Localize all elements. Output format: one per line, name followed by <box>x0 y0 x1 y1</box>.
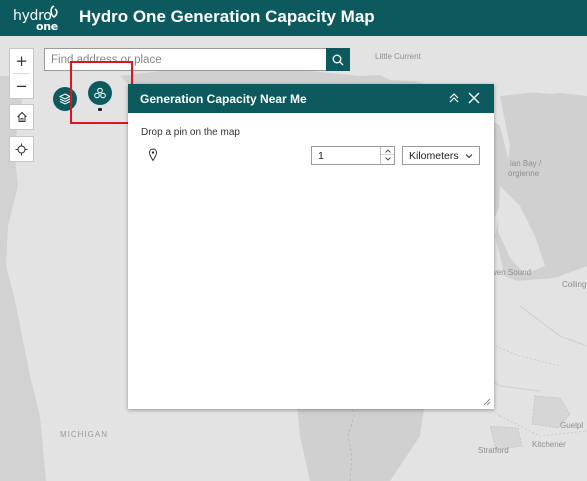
close-icon[interactable] <box>467 91 481 105</box>
panel-title: Generation Capacity Near Me <box>140 92 307 106</box>
home-icon <box>16 111 27 122</box>
generation-capacity-panel: Generation Capacity Near Me Drop a pin o… <box>128 84 494 409</box>
map-label-georgienne: orgienne <box>508 169 540 178</box>
locate-icon <box>15 143 28 155</box>
unit-select[interactable]: Kilometers <box>402 146 480 165</box>
map-label-colling: Colling <box>562 280 587 289</box>
highlight-box <box>70 61 133 124</box>
app-header: hydro one Hydro One Generation Capacity … <box>0 0 587 36</box>
home-button[interactable] <box>10 105 33 129</box>
map-pin-icon[interactable] <box>148 148 158 162</box>
collapse-icon[interactable] <box>447 91 461 105</box>
resize-handle-icon[interactable] <box>483 398 491 406</box>
map-label-owen-sound: wen Sound <box>491 268 532 277</box>
zoom-out-button[interactable]: − <box>10 74 33 98</box>
map-label-kitchener: Kitchener <box>532 440 566 449</box>
hydro-one-logo[interactable]: hydro one <box>13 5 61 33</box>
zoom-controls: + − <box>9 48 34 99</box>
map-label-georgian-bay: ian Bay / <box>510 159 542 168</box>
map-label-guelph: Guelpl <box>560 421 584 430</box>
map-label-michigan: MICHIGAN <box>60 430 108 439</box>
logo-swirl-icon <box>50 5 58 18</box>
chevron-down-icon <box>384 157 391 161</box>
search-icon <box>332 54 344 65</box>
unit-value: Kilometers <box>409 150 459 162</box>
zoom-in-button[interactable]: + <box>10 49 33 73</box>
panel-header: Generation Capacity Near Me <box>128 84 494 113</box>
chevron-up-icon <box>384 148 391 153</box>
stepper-up-button[interactable] <box>381 147 394 155</box>
map-label-stratford: Stratford <box>478 446 509 455</box>
logo-text-bottom: one <box>36 20 58 33</box>
app-title: Hydro One Generation Capacity Map <box>79 7 375 26</box>
stepper-down-button[interactable] <box>381 155 394 163</box>
distance-stepper[interactable] <box>380 147 394 164</box>
map-label-little-current: Little Current <box>375 52 421 61</box>
chevron-down-icon <box>465 154 473 159</box>
panel-instruction: Drop a pin on the map <box>141 127 240 138</box>
search-button[interactable] <box>326 48 350 71</box>
distance-value: 1 <box>318 150 324 162</box>
home-control <box>9 104 34 130</box>
locate-button[interactable] <box>10 137 33 161</box>
distance-input[interactable]: 1 <box>311 146 395 165</box>
locate-control <box>9 136 34 162</box>
